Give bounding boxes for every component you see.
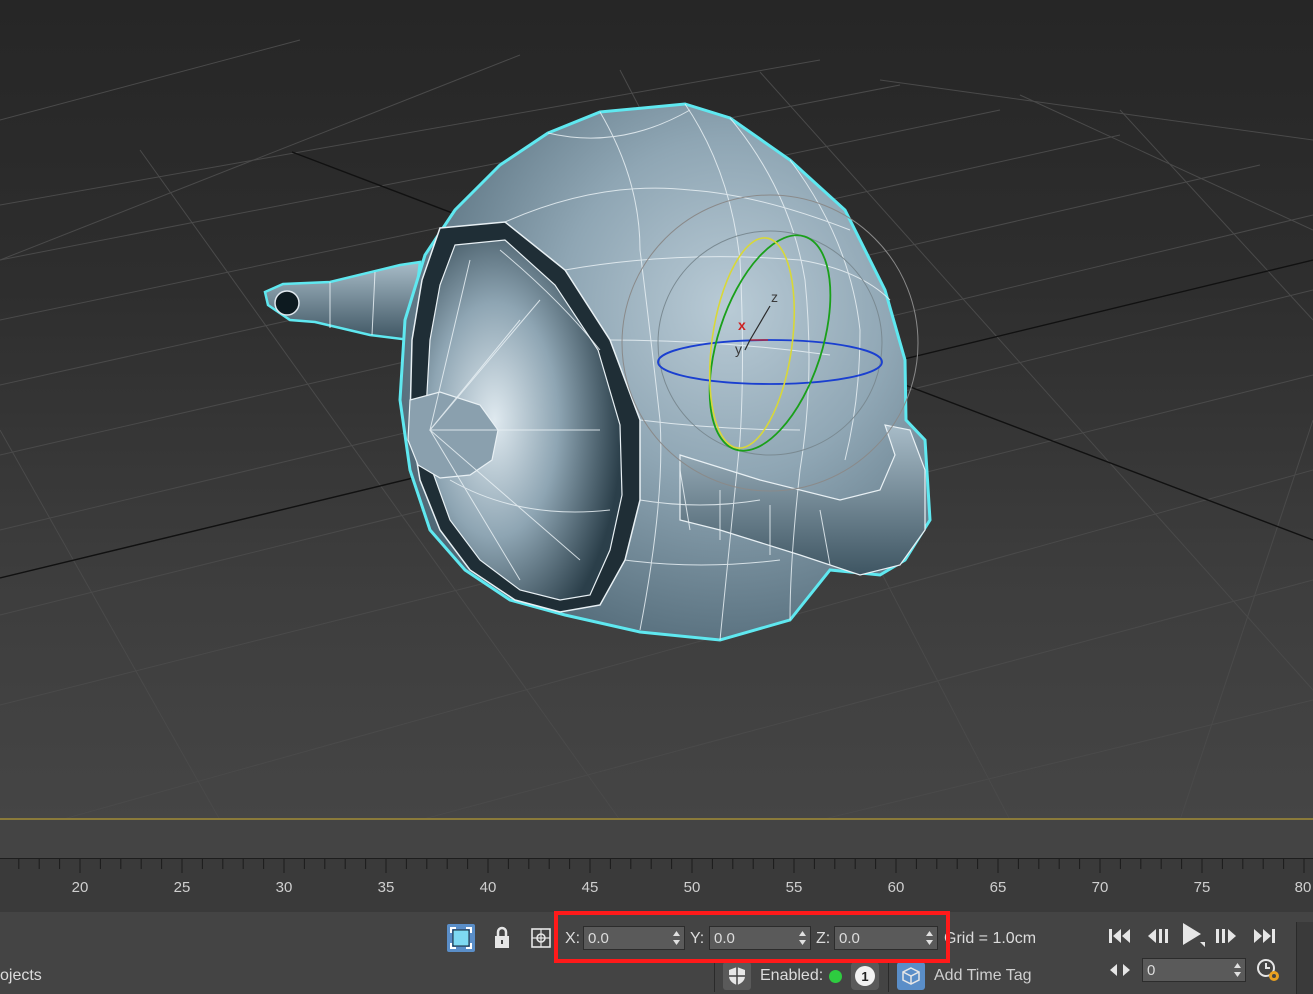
gizmo-y-label: y — [735, 341, 742, 357]
separator — [888, 962, 889, 992]
enabled-count-button[interactable]: 1 — [851, 962, 879, 990]
grid-size-text: Grid = 1.0cm — [944, 930, 1037, 947]
teapot-mesh: x y z — [263, 102, 932, 642]
y-spinner-arrows-icon[interactable] — [798, 930, 807, 946]
z-spinner-arrows-icon[interactable] — [925, 930, 934, 946]
ruler-tick-label: 70 — [1091, 879, 1109, 896]
viewport-scene: x y z — [0, 39, 1313, 820]
ruler-tick-label: 35 — [377, 879, 395, 896]
previous-frame-icon[interactable] — [1144, 922, 1172, 950]
ruler-tick-label: 45 — [581, 879, 599, 896]
separator — [714, 962, 715, 992]
perspective-viewport[interactable]: x y z — [0, 0, 1313, 820]
add-time-tag-button[interactable]: Add Time Tag — [934, 967, 1032, 985]
enabled-count-badge: 1 — [855, 966, 875, 986]
x-coord-value: 0.0 — [588, 930, 609, 947]
x-spinner-arrows-icon[interactable] — [672, 930, 681, 946]
ruler-tick-label: 40 — [479, 879, 497, 896]
ruler-tick-label: 50 — [683, 879, 701, 896]
ruler-tick-label: 60 — [887, 879, 905, 896]
y-coord-value: 0.0 — [714, 930, 735, 947]
key-mode-icon[interactable] — [1106, 956, 1134, 984]
gizmo-x-label: x — [738, 317, 746, 333]
next-frame-icon[interactable] — [1212, 922, 1240, 950]
z-coord-value: 0.0 — [839, 930, 860, 947]
shield-icon[interactable] — [723, 962, 751, 990]
ruler-tick-label: 65 — [989, 879, 1007, 896]
x-coord-label: X: — [565, 930, 581, 947]
ruler-tick-label: 55 — [785, 879, 803, 896]
frame-spinner-arrows-icon[interactable] — [1233, 962, 1242, 978]
status-bar: ojects X: 0.0 Y: 0.0 Z: 0.0 Grid = 1.0cm… — [0, 912, 1313, 994]
enabled-label: Enabled: — [760, 967, 824, 984]
y-coord-label: Y: — [690, 930, 705, 947]
ruler-tick-label: 25 — [173, 879, 191, 896]
selection-status-text: ojects — [0, 967, 42, 984]
current-frame-value: 0 — [1147, 962, 1156, 979]
time-config-icon[interactable] — [1254, 956, 1282, 984]
play-icon[interactable] — [1178, 920, 1206, 948]
x-coord-field[interactable]: 0.0 — [583, 926, 685, 950]
y-coord-field[interactable]: 0.0 — [709, 926, 811, 950]
ruler-tick-label: 80 — [1294, 879, 1312, 896]
ruler-tick-label: 75 — [1193, 879, 1211, 896]
absolute-mode-icon[interactable] — [527, 924, 555, 952]
go-to-start-icon[interactable] — [1106, 922, 1134, 950]
ruler-tick-label: 30 — [275, 879, 293, 896]
current-frame-field[interactable]: 0 — [1142, 958, 1246, 982]
go-to-end-icon[interactable] — [1250, 922, 1278, 950]
track-bar[interactable] — [0, 820, 1313, 858]
z-coord-field[interactable]: 0.0 — [834, 926, 938, 950]
selection-mode-icon[interactable] — [447, 924, 475, 952]
gizmo-z-label: z — [771, 289, 778, 305]
timeline-ruler[interactable]: 20 25 30 35 40 45 50 55 60 65 70 75 80 — [0, 858, 1313, 914]
z-coord-label: Z: — [816, 930, 831, 947]
ruler-tick-label: 20 — [71, 879, 89, 896]
time-tag-icon[interactable] — [897, 962, 925, 990]
right-panel-edge — [1296, 922, 1313, 994]
lock-icon[interactable] — [488, 924, 516, 952]
green-dot-icon — [829, 970, 842, 983]
ruler-ticks — [18, 859, 1305, 873]
